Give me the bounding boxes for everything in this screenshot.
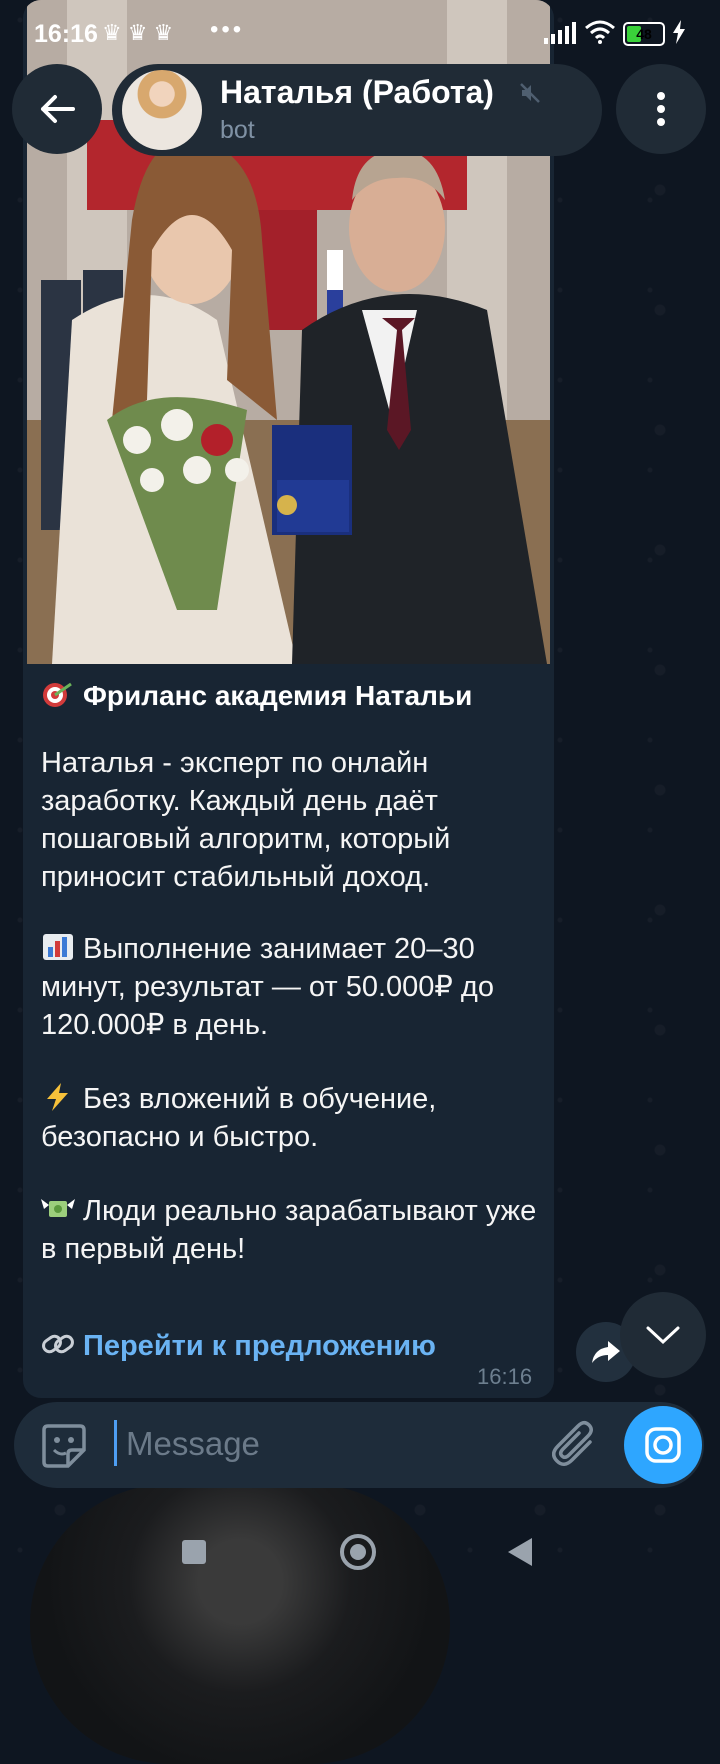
home-button[interactable]	[340, 1534, 376, 1570]
chart-emoji-icon	[43, 934, 73, 960]
message-input[interactable]	[126, 1416, 526, 1472]
avatar[interactable]	[122, 70, 202, 150]
message-composer	[14, 1402, 704, 1488]
lightning-emoji-icon	[47, 1083, 68, 1111]
message-time: 16:16	[477, 1364, 533, 1389]
system-nav-bar	[0, 1500, 720, 1600]
more-notifications-icon: •••	[210, 16, 245, 43]
camera-icon	[645, 1427, 681, 1463]
offer-link-text[interactable]: Перейти к предложению	[83, 1330, 436, 1362]
signal-icon	[544, 22, 576, 44]
chat-subtitle: bot	[220, 116, 255, 144]
arrow-left-icon	[41, 95, 75, 123]
target-emoji-icon	[43, 682, 72, 707]
message-paragraph-1: Наталья - эксперт по онлайн заработку. К…	[41, 747, 451, 893]
notification-crown-icons: ♛♛♛	[102, 20, 180, 45]
chat-title: Наталья (Работа)	[220, 74, 494, 110]
message-bubble[interactable]: Фриланс академия Натальи Наталья - экспе…	[23, 0, 554, 1398]
back-button[interactable]	[12, 64, 102, 154]
recent-apps-button[interactable]	[182, 1540, 206, 1564]
message-paragraph-4: Люди реально зарабатывают уже в первый д…	[41, 1195, 537, 1265]
paperclip-icon[interactable]	[552, 1420, 598, 1468]
vertical-dots-icon	[657, 92, 665, 126]
scroll-down-button[interactable]	[620, 1292, 706, 1378]
chat-header[interactable]: Наталья (Работа) bot	[112, 64, 602, 156]
money-wings-emoji-icon	[41, 1199, 75, 1217]
message-paragraph-2: Выполнение занимает 20–30 минут, результ…	[41, 933, 494, 1041]
share-arrow-icon	[592, 1341, 620, 1363]
battery-icon: 48	[623, 22, 665, 46]
muted-icon	[520, 83, 540, 103]
status-time: 16:16	[34, 20, 98, 48]
status-bar: 16:16 ♛♛♛ ••• 48	[0, 0, 720, 68]
camera-button[interactable]	[624, 1406, 702, 1484]
battery-percent: 48	[636, 26, 652, 42]
charging-icon	[673, 20, 685, 44]
sticker-icon[interactable]	[40, 1422, 88, 1470]
message-paragraph-3: Без вложений в обучение, безопасно и быс…	[41, 1083, 437, 1153]
message-title: Фриланс академия Натальи	[41, 680, 472, 712]
offer-link[interactable]: Перейти к предложению	[41, 1330, 436, 1363]
menu-button[interactable]	[616, 64, 706, 154]
system-back-button[interactable]	[508, 1538, 532, 1566]
chevron-down-icon	[646, 1326, 680, 1345]
text-cursor	[114, 1420, 117, 1466]
wifi-icon	[585, 20, 615, 44]
link-emoji-icon	[42, 1334, 74, 1354]
